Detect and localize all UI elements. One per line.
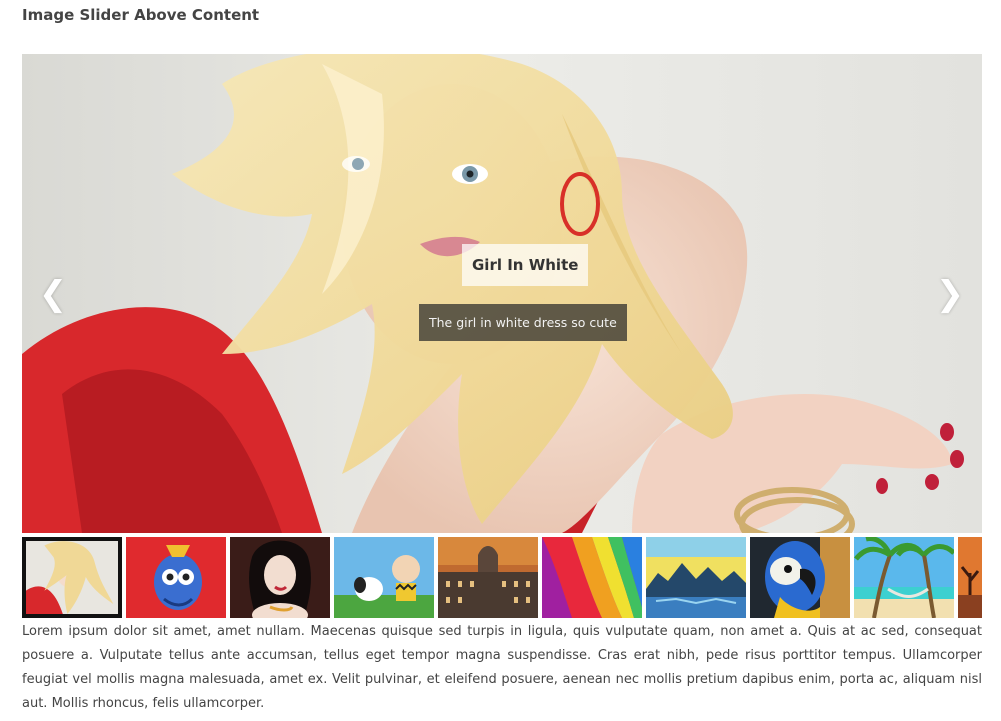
next-slide-arrow-icon[interactable]: ❯	[935, 272, 965, 316]
thumbnail-blonde-woman[interactable]	[22, 537, 122, 618]
thumbnail-dark-haired-woman[interactable]	[230, 537, 330, 618]
thumbnail-city-building[interactable]	[438, 537, 538, 618]
image-slider[interactable]: Girl In White The girl in white dress so…	[22, 54, 982, 533]
previous-slide-arrow-icon[interactable]: ❮	[38, 272, 68, 316]
thumbnail-icy-mountains[interactable]	[646, 537, 746, 618]
slide-caption-description: The girl in white dress so cute	[419, 304, 627, 341]
thumbnail-desert-tree[interactable]	[958, 537, 982, 618]
content-paragraph: Lorem ipsum dolor sit amet, amet nullam.…	[22, 624, 982, 711]
thumbnail-strip	[22, 537, 982, 618]
thumbnail-snoopy-charlie-brown[interactable]	[334, 537, 434, 618]
thumbnail-rainbow-waves[interactable]	[542, 537, 642, 618]
slide-image-girl-in-white	[22, 54, 982, 533]
thumbnail-macaw-parrot[interactable]	[750, 537, 850, 618]
slide-caption-title: Girl In White	[462, 244, 589, 286]
thumbnail-tropical-beach[interactable]	[854, 537, 954, 618]
thumbnail-cartoon-character[interactable]	[126, 537, 226, 618]
page-title: Image Slider Above Content	[22, 6, 260, 24]
